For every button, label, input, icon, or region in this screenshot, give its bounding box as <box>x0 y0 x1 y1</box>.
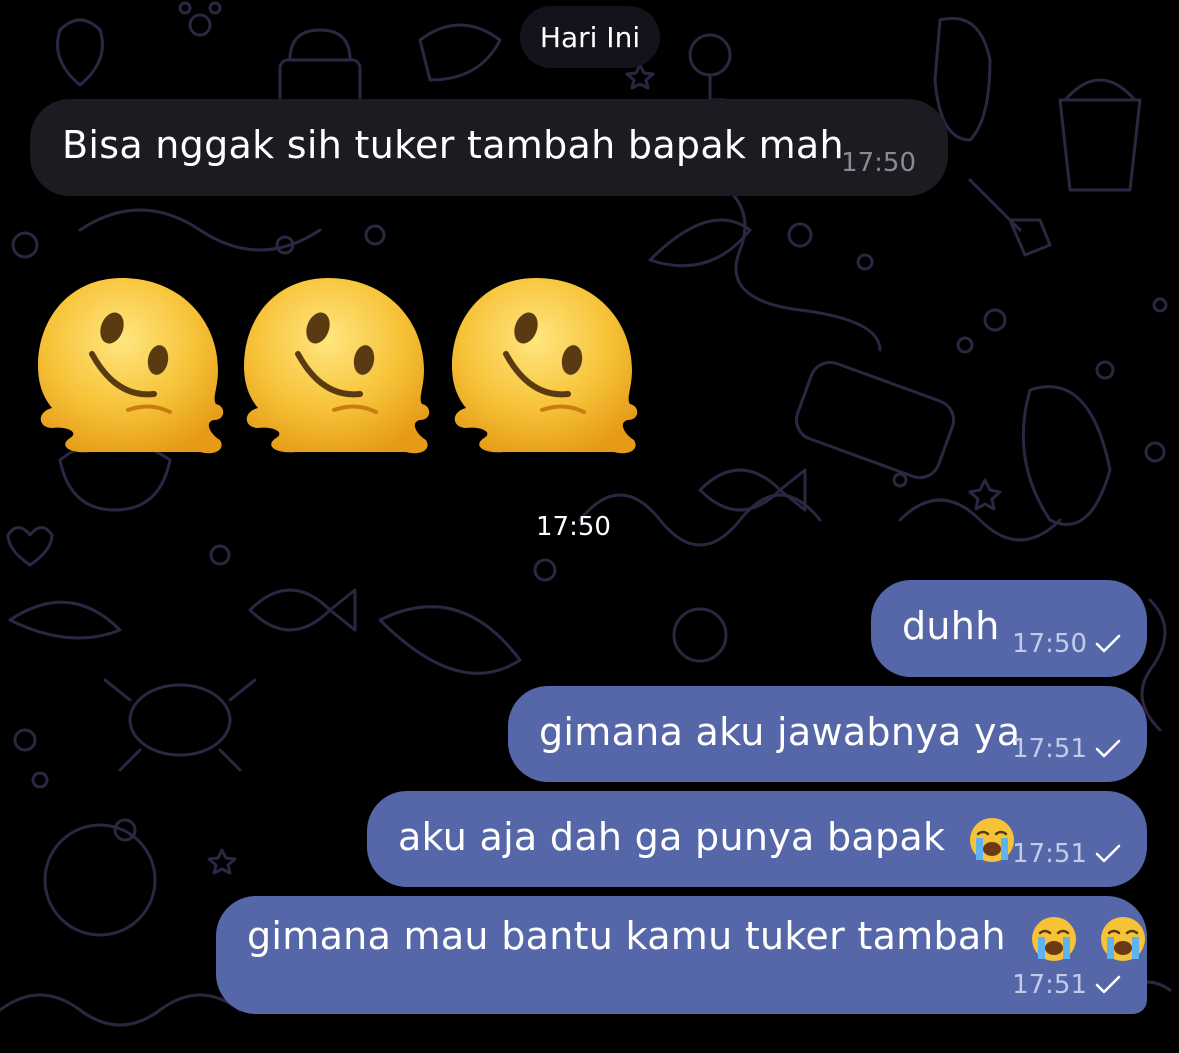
message-meta: 17:51 <box>1012 839 1121 869</box>
emoji-message-time: 17:50 <box>536 512 611 542</box>
message-text: aku aja dah ga punya bapak <box>398 815 1016 864</box>
melting-face-icon <box>38 278 224 454</box>
message-meta: 17:51 <box>1012 970 1121 1000</box>
message-text: gimana mau bantu kamu tuker tambah <box>247 914 1147 963</box>
date-separator-label: Hari Ini <box>539 20 641 54</box>
message-time: 17:51 <box>1012 970 1087 1000</box>
check-icon <box>1095 739 1121 759</box>
message-meta: 17:51 <box>1012 734 1121 764</box>
check-icon <box>1095 975 1121 995</box>
check-icon <box>1095 844 1121 864</box>
message-text-content: gimana mau bantu kamu tuker tambah <box>247 914 1006 958</box>
melting-face-icon <box>452 278 638 454</box>
message-text-content: aku aja dah ga punya bapak <box>398 815 946 859</box>
message-meta: 17:50 <box>1012 629 1121 659</box>
message-meta: 17:50 <box>841 148 916 178</box>
emoji-group <box>38 278 638 454</box>
outgoing-message[interactable]: gimana aku jawabnya ya 17:51 <box>508 686 1147 782</box>
message-text: Bisa nggak sih tuker tambah bapak mah <box>62 123 844 167</box>
outgoing-message[interactable]: gimana mau bantu kamu tuker tambah 17:51 <box>216 896 1147 1014</box>
check-icon <box>1095 634 1121 654</box>
message-time: 17:50 <box>1012 629 1087 659</box>
date-separator: Hari Ini <box>520 6 660 68</box>
outgoing-message[interactable]: aku aja dah ga punya bapak 17:51 <box>367 791 1147 887</box>
outgoing-message[interactable]: duhh 17:50 <box>871 580 1147 677</box>
message-time: 17:50 <box>841 148 916 178</box>
message-time: 17:51 <box>1012 839 1087 869</box>
incoming-message[interactable]: Bisa nggak sih tuker tambah bapak mah 17… <box>30 99 948 196</box>
crying-face-icon <box>1030 915 1078 963</box>
emoji-message[interactable] <box>30 270 650 470</box>
message-time: 17:51 <box>1012 734 1087 764</box>
message-text: gimana aku jawabnya ya <box>539 710 1021 754</box>
crying-face-icon <box>968 816 1016 864</box>
message-text: duhh <box>902 604 1000 648</box>
crying-face-icon <box>1099 915 1147 963</box>
melting-face-icon <box>244 278 430 454</box>
